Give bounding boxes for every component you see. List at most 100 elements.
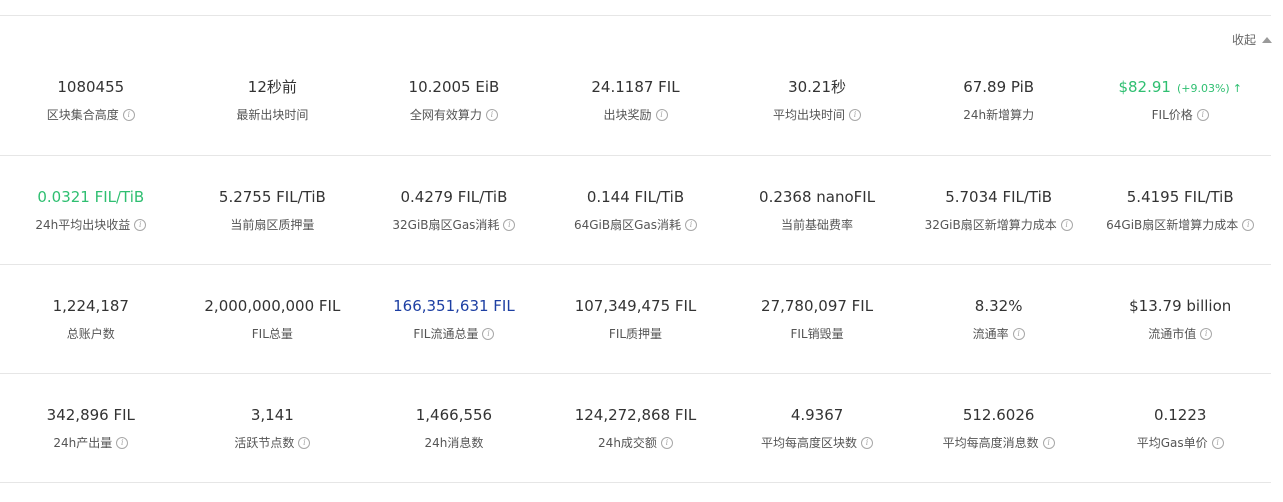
stat-label-row: 24h消息数 <box>424 434 483 451</box>
stat-value: 0.1223 <box>1153 406 1207 424</box>
stats-panel: 收起 1080455 区块集合高度 i 12秒前 最新出块时间 10.2005 EiB 全网… <box>0 0 1283 502</box>
stat-value-wrap: 512.6026 <box>963 405 1035 425</box>
info-icon[interactable]: i <box>849 108 862 121</box>
stat-cell: 4.9367 平均每高度区块数 i <box>726 374 908 482</box>
stat-value: 1,224,187 <box>52 297 129 315</box>
stat-value-wrap: 0.4279 FIL/TiB <box>400 187 507 207</box>
stat-value-wrap: 4.9367 <box>791 405 844 425</box>
stat-label: 平均出块时间 <box>773 108 846 122</box>
stat-label-row: 流通率 i <box>973 325 1025 342</box>
stat-label-row: FIL质押量 <box>609 325 662 342</box>
info-icon[interactable]: i <box>1200 327 1213 340</box>
stat-label: 流通率 <box>972 327 1009 341</box>
stat-value-wrap: 0.0321 FIL/TiB <box>37 187 144 207</box>
stat-cell: 67.89 PiB 24h新增算力 <box>908 46 1090 155</box>
stat-cell: 512.6026 平均每高度消息数 i <box>908 374 1090 482</box>
stat-label: 全网有效算力 <box>409 108 482 122</box>
stat-label-row: 活跃节点数 i <box>234 434 311 451</box>
price-change-percent: (+9.03%) <box>1176 82 1230 95</box>
stat-value: 124,272,868 FIL <box>574 406 697 424</box>
info-icon[interactable]: i <box>655 108 668 121</box>
stat-label: 总账户数 <box>66 327 115 341</box>
stat-value: 24.1187 FIL <box>591 78 680 96</box>
stat-value: 512.6026 <box>962 406 1035 424</box>
stat-label: FIL流通总量 <box>413 327 479 341</box>
triangle-up-icon <box>1262 36 1272 43</box>
stat-value-wrap: 30.21秒 <box>788 77 846 97</box>
info-icon[interactable]: i <box>1042 436 1055 449</box>
stat-value: 0.2368 nanoFIL <box>759 188 876 206</box>
stat-value-wrap: 0.1223 <box>1154 405 1207 425</box>
stat-label-row: 32GiB扇区Gas消耗 i <box>392 216 516 233</box>
info-icon[interactable]: i <box>503 218 516 231</box>
stat-cell: 12秒前最新出块时间 <box>182 46 364 155</box>
info-icon[interactable]: i <box>482 327 495 340</box>
stat-value: 342,896 FIL <box>46 406 135 424</box>
stat-value-wrap: 1080455 <box>57 77 124 97</box>
stat-label-row: 32GiB扇区新增算力成本 i <box>925 216 1073 233</box>
stat-cell: 30.21秒 平均出块时间 i <box>726 46 908 155</box>
stat-value-wrap: 12秒前 <box>248 77 297 97</box>
stat-label-row: 24h平均出块收益 i <box>35 216 147 233</box>
stat-label-row: 64GiB扇区Gas消耗 i <box>573 216 698 233</box>
stat-label: 当前基础费率 <box>781 218 854 232</box>
stat-label-row: 平均每高度消息数 i <box>943 434 1055 451</box>
top-divider <box>0 15 1271 16</box>
info-icon[interactable]: i <box>660 436 673 449</box>
stat-cell: 124,272,868 FIL 24h成交额 i <box>545 374 727 482</box>
stat-value: 10.2005 EiB <box>408 78 500 96</box>
stat-value: 3,141 <box>250 406 294 424</box>
stat-value: 12秒前 <box>247 78 297 96</box>
info-icon[interactable]: i <box>861 436 874 449</box>
stat-label: 64GiB扇区Gas消耗 <box>573 218 682 232</box>
stat-label: 64GiB扇区新增算力成本 <box>1106 218 1239 232</box>
stat-value-wrap: 3,141 <box>251 405 294 425</box>
stat-value-wrap: 0.144 FIL/TiB <box>587 187 684 207</box>
stat-label: 24h成交额 <box>598 436 657 450</box>
info-icon[interactable]: i <box>298 436 311 449</box>
stat-label: 32GiB扇区Gas消耗 <box>392 218 500 232</box>
stat-label: 区块集合高度 <box>46 108 119 122</box>
stat-cell: 27,780,097 FIL FIL销毁量 <box>726 265 908 373</box>
info-icon[interactable]: i <box>1060 218 1073 231</box>
stat-label: 24h产出量 <box>53 436 113 450</box>
info-icon[interactable]: i <box>485 108 498 121</box>
stat-value-wrap: 67.89 PiB <box>963 77 1034 97</box>
stat-label: FIL质押量 <box>608 327 663 341</box>
info-icon[interactable]: i <box>1242 218 1255 231</box>
stat-label-row: FIL总量 <box>252 325 293 342</box>
info-icon[interactable]: i <box>134 218 147 231</box>
stat-label-row: 最新出块时间 <box>236 106 308 123</box>
stat-label: 平均每高度消息数 <box>942 436 1039 450</box>
stat-value: 4.9367 <box>790 406 844 424</box>
stat-value-wrap: 5.2755 FIL/TiB <box>219 187 326 207</box>
stat-value-wrap: 342,896 FIL <box>47 405 135 425</box>
info-icon[interactable]: i <box>685 218 698 231</box>
stat-label: 平均Gas单价 <box>1136 436 1208 450</box>
stat-label: FIL价格 <box>1151 108 1193 122</box>
stat-value: 30.21秒 <box>788 78 847 96</box>
stat-label: FIL销毁量 <box>790 327 844 341</box>
info-icon[interactable]: i <box>122 108 135 121</box>
stat-value: $82.91 <box>1118 78 1171 96</box>
stat-cell: 0.1223 平均Gas单价 i <box>1089 374 1271 482</box>
stat-value: 5.4195 FIL/TiB <box>1126 188 1234 206</box>
info-icon[interactable]: i <box>1012 327 1025 340</box>
stat-value: 107,349,475 FIL <box>574 297 697 315</box>
info-icon[interactable]: i <box>1211 436 1224 449</box>
stat-cell: 3,141 活跃节点数 i <box>182 374 364 482</box>
stat-cell: 0.144 FIL/TiB 64GiB扇区Gas消耗 i <box>545 156 727 264</box>
stats-grid: 1080455 区块集合高度 i 12秒前 最新出块时间 10.2005 EiB 全网有效算… <box>0 46 1271 483</box>
stat-label: 活跃节点数 <box>234 436 295 450</box>
info-icon[interactable]: i <box>116 436 129 449</box>
stat-cell: 0.4279 FIL/TiB 32GiB扇区Gas消耗 i <box>363 156 545 264</box>
stat-cell: 1,224,187 总账户数 <box>0 265 182 373</box>
stat-value-wrap: 10.2005 EiB <box>409 77 500 97</box>
stat-label: 出块奖励 <box>603 108 652 122</box>
stat-label-row: 平均出块时间 i <box>773 106 862 123</box>
stat-label: 24h消息数 <box>424 436 484 450</box>
info-icon[interactable]: i <box>1196 108 1209 121</box>
stat-value-wrap: 124,272,868 FIL <box>575 405 697 425</box>
stat-value-wrap: 5.4195 FIL/TiB <box>1127 187 1234 207</box>
stat-value: $13.79 billion <box>1129 297 1232 315</box>
